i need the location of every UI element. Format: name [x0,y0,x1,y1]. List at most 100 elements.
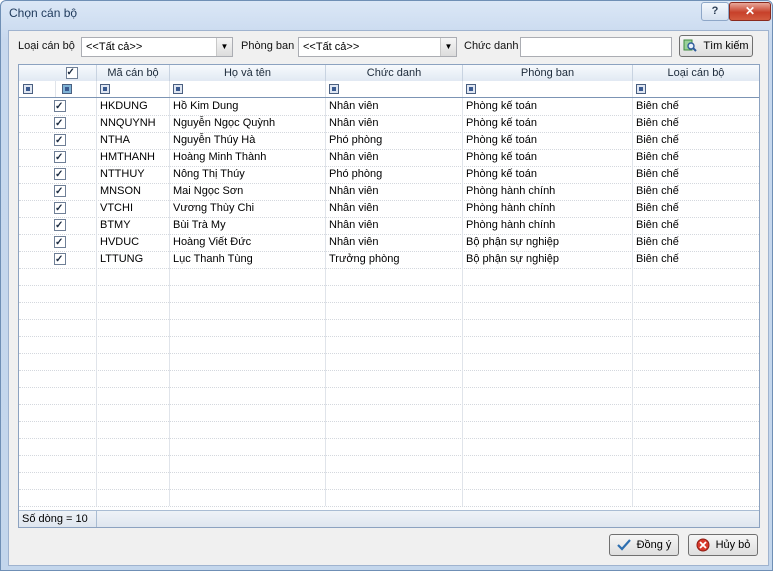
phong-ban-cell [463,438,633,455]
phong-ban-cell [463,285,633,302]
select-all-header[interactable] [19,65,97,81]
table-row [19,285,759,303]
phong-ban-select[interactable]: <<Tất cả>> ▼ [298,37,457,57]
chuc-danh-cell: Nhân viên [326,234,463,251]
filter-icon[interactable] [62,84,72,95]
ma-can-bo-cell: LTTUNG [97,251,170,268]
chuc-danh-cell: Nhân viên [326,183,463,200]
ok-button[interactable]: Đồng ý [609,534,679,556]
row-check-cell [19,200,97,217]
row-checkbox[interactable] [54,234,66,251]
col-loai-can-bo[interactable]: Loại cán bộ [633,65,759,81]
row-checkbox[interactable] [54,132,66,149]
chevron-down-icon[interactable]: ▼ [440,38,456,56]
ho-va-ten-cell [170,336,326,353]
table-row[interactable]: NTTHUYNông Thị ThúyPhó phòngPhòng kế toá… [19,166,759,184]
loai-can-bo-cell [633,319,759,336]
chuc-danh-cell: Nhân viên [326,115,463,132]
chuc-danh-cell [326,353,463,370]
row-checkbox[interactable] [54,200,66,217]
row-check-cell [19,455,97,472]
table-row [19,268,759,286]
table-row[interactable]: NTHANguyễn Thúy HàPhó phòngPhòng kế toán… [19,132,759,150]
row-checkbox[interactable] [54,115,66,132]
loai-can-bo-cell [633,472,759,489]
ho-va-ten-cell: Hoàng Viết Đức [170,234,326,251]
close-button[interactable]: ✕ [729,2,771,21]
select-all-checkbox[interactable] [65,65,78,81]
ho-va-ten-cell [170,421,326,438]
cancel-button[interactable]: Hủy bỏ [688,534,758,556]
filter-icon[interactable] [23,84,33,95]
table-row[interactable]: HKDUNGHồ Kim DungNhân viênPhòng kế toánB… [19,98,759,116]
search-button-label: Tìm kiếm [703,40,749,52]
row-check-cell [19,336,97,353]
filter-icon[interactable] [466,84,476,95]
col-phong-ban[interactable]: Phòng ban [463,65,633,81]
ma-can-bo-cell [97,319,170,336]
chevron-down-icon[interactable]: ▼ [216,38,232,56]
chuc-danh-input[interactable] [520,37,672,57]
phong-ban-cell [463,455,633,472]
ho-va-ten-cell [170,353,326,370]
grid-filter-row [19,81,759,98]
ma-can-bo-cell [97,387,170,404]
filter-icon[interactable] [173,84,183,95]
ho-va-ten-cell [170,319,326,336]
loai-can-bo-label: Loại cán bộ [18,40,75,52]
table-row[interactable]: NNQUYNHNguyễn Ngọc QuỳnhNhân viênPhòng k… [19,115,759,133]
phong-ban-cell: Phòng hành chính [463,200,633,217]
phong-ban-filter-cell[interactable] [463,81,633,97]
phong-ban-cell [463,370,633,387]
row-check-cell [19,149,97,166]
row-check-cell [19,472,97,489]
row-checkbox[interactable] [54,183,66,200]
loai-can-bo-cell [633,387,759,404]
ma-can-bo-cell: BTMY [97,217,170,234]
loai-can-bo-select[interactable]: <<Tất cả>> ▼ [81,37,233,57]
ma-can-bo-cell: NNQUYNH [97,115,170,132]
row-checkbox[interactable] [54,251,66,268]
loai-can-bo-cell: Biên chế [636,202,679,214]
filter-icon[interactable] [329,84,339,95]
filter-icon[interactable] [100,84,110,95]
loai-filter-cell[interactable] [633,81,759,97]
row-check-cell [19,387,97,404]
phong-ban-cell: Phòng kế toán [463,166,633,183]
table-row[interactable]: VTCHIVương Thùy ChiNhân viênPhòng hành c… [19,200,759,218]
phong-ban-cell [463,268,633,285]
filter-icon[interactable] [636,84,646,95]
table-row [19,387,759,405]
table-row [19,472,759,490]
row-checkbox[interactable] [54,166,66,183]
search-button[interactable]: Tìm kiếm [679,35,753,57]
table-row[interactable]: MNSONMai Ngọc SơnNhân viênPhòng hành chí… [19,183,759,201]
title-bar[interactable]: Chọn cán bộ ? ✕ [1,1,772,25]
ten-filter-cell[interactable] [170,81,326,97]
loai-can-bo-cell: Biên chế [636,117,679,129]
col-ma-can-bo[interactable]: Mã cán bộ [97,65,170,81]
phong-ban-cell: Phòng kế toán [463,98,633,115]
col-chuc-danh[interactable]: Chức danh [326,65,463,81]
help-button[interactable]: ? [701,2,729,21]
row-check-cell [19,438,97,455]
chuc-danh-cell [326,438,463,455]
row-filter-cell[interactable] [19,81,56,97]
row-check-cell [19,302,97,319]
row-checkbox[interactable] [54,149,66,166]
table-row[interactable]: HVDUCHoàng Viết ĐứcNhân viênBộ phận sự n… [19,234,759,252]
chuc-danh-filter-cell[interactable] [326,81,463,97]
row-check-cell [19,489,97,506]
row-check-cell [19,319,97,336]
table-row[interactable]: LTTUNGLục Thanh TùngTrưởng phòngBộ phận … [19,251,759,269]
ma-filter-cell[interactable] [97,81,170,97]
table-row [19,421,759,439]
check-filter-cell[interactable] [56,81,97,97]
col-ho-va-ten[interactable]: Họ và tên [170,65,326,81]
table-row[interactable]: HMTHANHHoàng Minh ThànhNhân viênPhòng kế… [19,149,759,167]
phong-ban-cell: Phòng kế toán [463,149,633,166]
row-checkbox[interactable] [54,217,66,234]
ho-va-ten-cell [170,268,326,285]
table-row[interactable]: BTMYBùi Trà MyNhân viênPhòng hành chínhB… [19,217,759,235]
row-checkbox[interactable] [54,98,66,115]
